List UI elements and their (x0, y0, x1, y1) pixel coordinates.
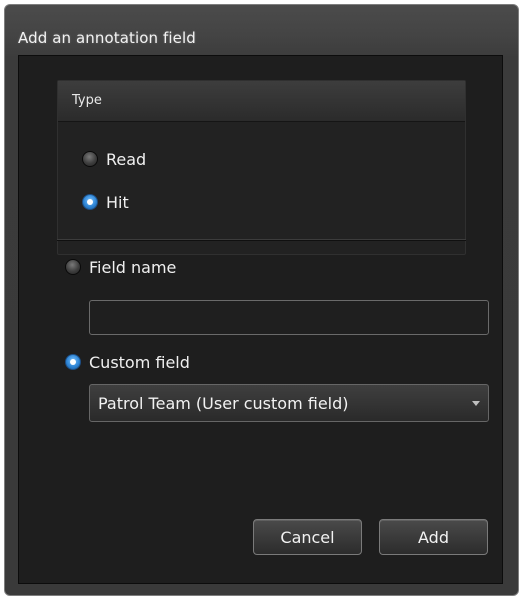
radio-custom-field[interactable]: Custom field (65, 351, 190, 373)
chevron-down-icon[interactable] (472, 400, 480, 406)
radio-hit-indicator[interactable] (82, 194, 98, 210)
radio-read[interactable]: Read (82, 148, 146, 170)
radio-field-name[interactable]: Field name (65, 256, 176, 278)
radio-hit[interactable]: Hit (82, 191, 129, 213)
dialog-title: Add an annotation field (18, 29, 196, 47)
radio-hit-label: Hit (106, 192, 129, 212)
group-separator (57, 239, 466, 241)
radio-field-name-indicator[interactable] (65, 259, 81, 275)
cancel-button[interactable]: Cancel (253, 519, 362, 555)
title-bar[interactable]: Add an annotation field (5, 5, 518, 55)
radio-read-label: Read (106, 149, 147, 169)
custom-field-dropdown[interactable]: Patrol Team (User custom field) (89, 384, 489, 422)
radio-custom-field-label: Custom field (89, 352, 190, 372)
radio-custom-field-indicator[interactable] (65, 354, 81, 370)
type-group-label: Type (72, 93, 102, 108)
radio-field-name-label: Field name (89, 257, 177, 277)
dialog-window: Add an annotation field Type Read Hit Fi… (4, 4, 519, 596)
radio-read-indicator[interactable] (82, 151, 98, 167)
field-name-input[interactable] (89, 300, 489, 335)
add-button[interactable]: Add (379, 519, 488, 555)
custom-field-selected: Patrol Team (User custom field) (98, 393, 349, 413)
type-group-header: Type (58, 81, 465, 122)
dialog-content: Type Read Hit Field name Custom field Pa… (18, 55, 503, 584)
